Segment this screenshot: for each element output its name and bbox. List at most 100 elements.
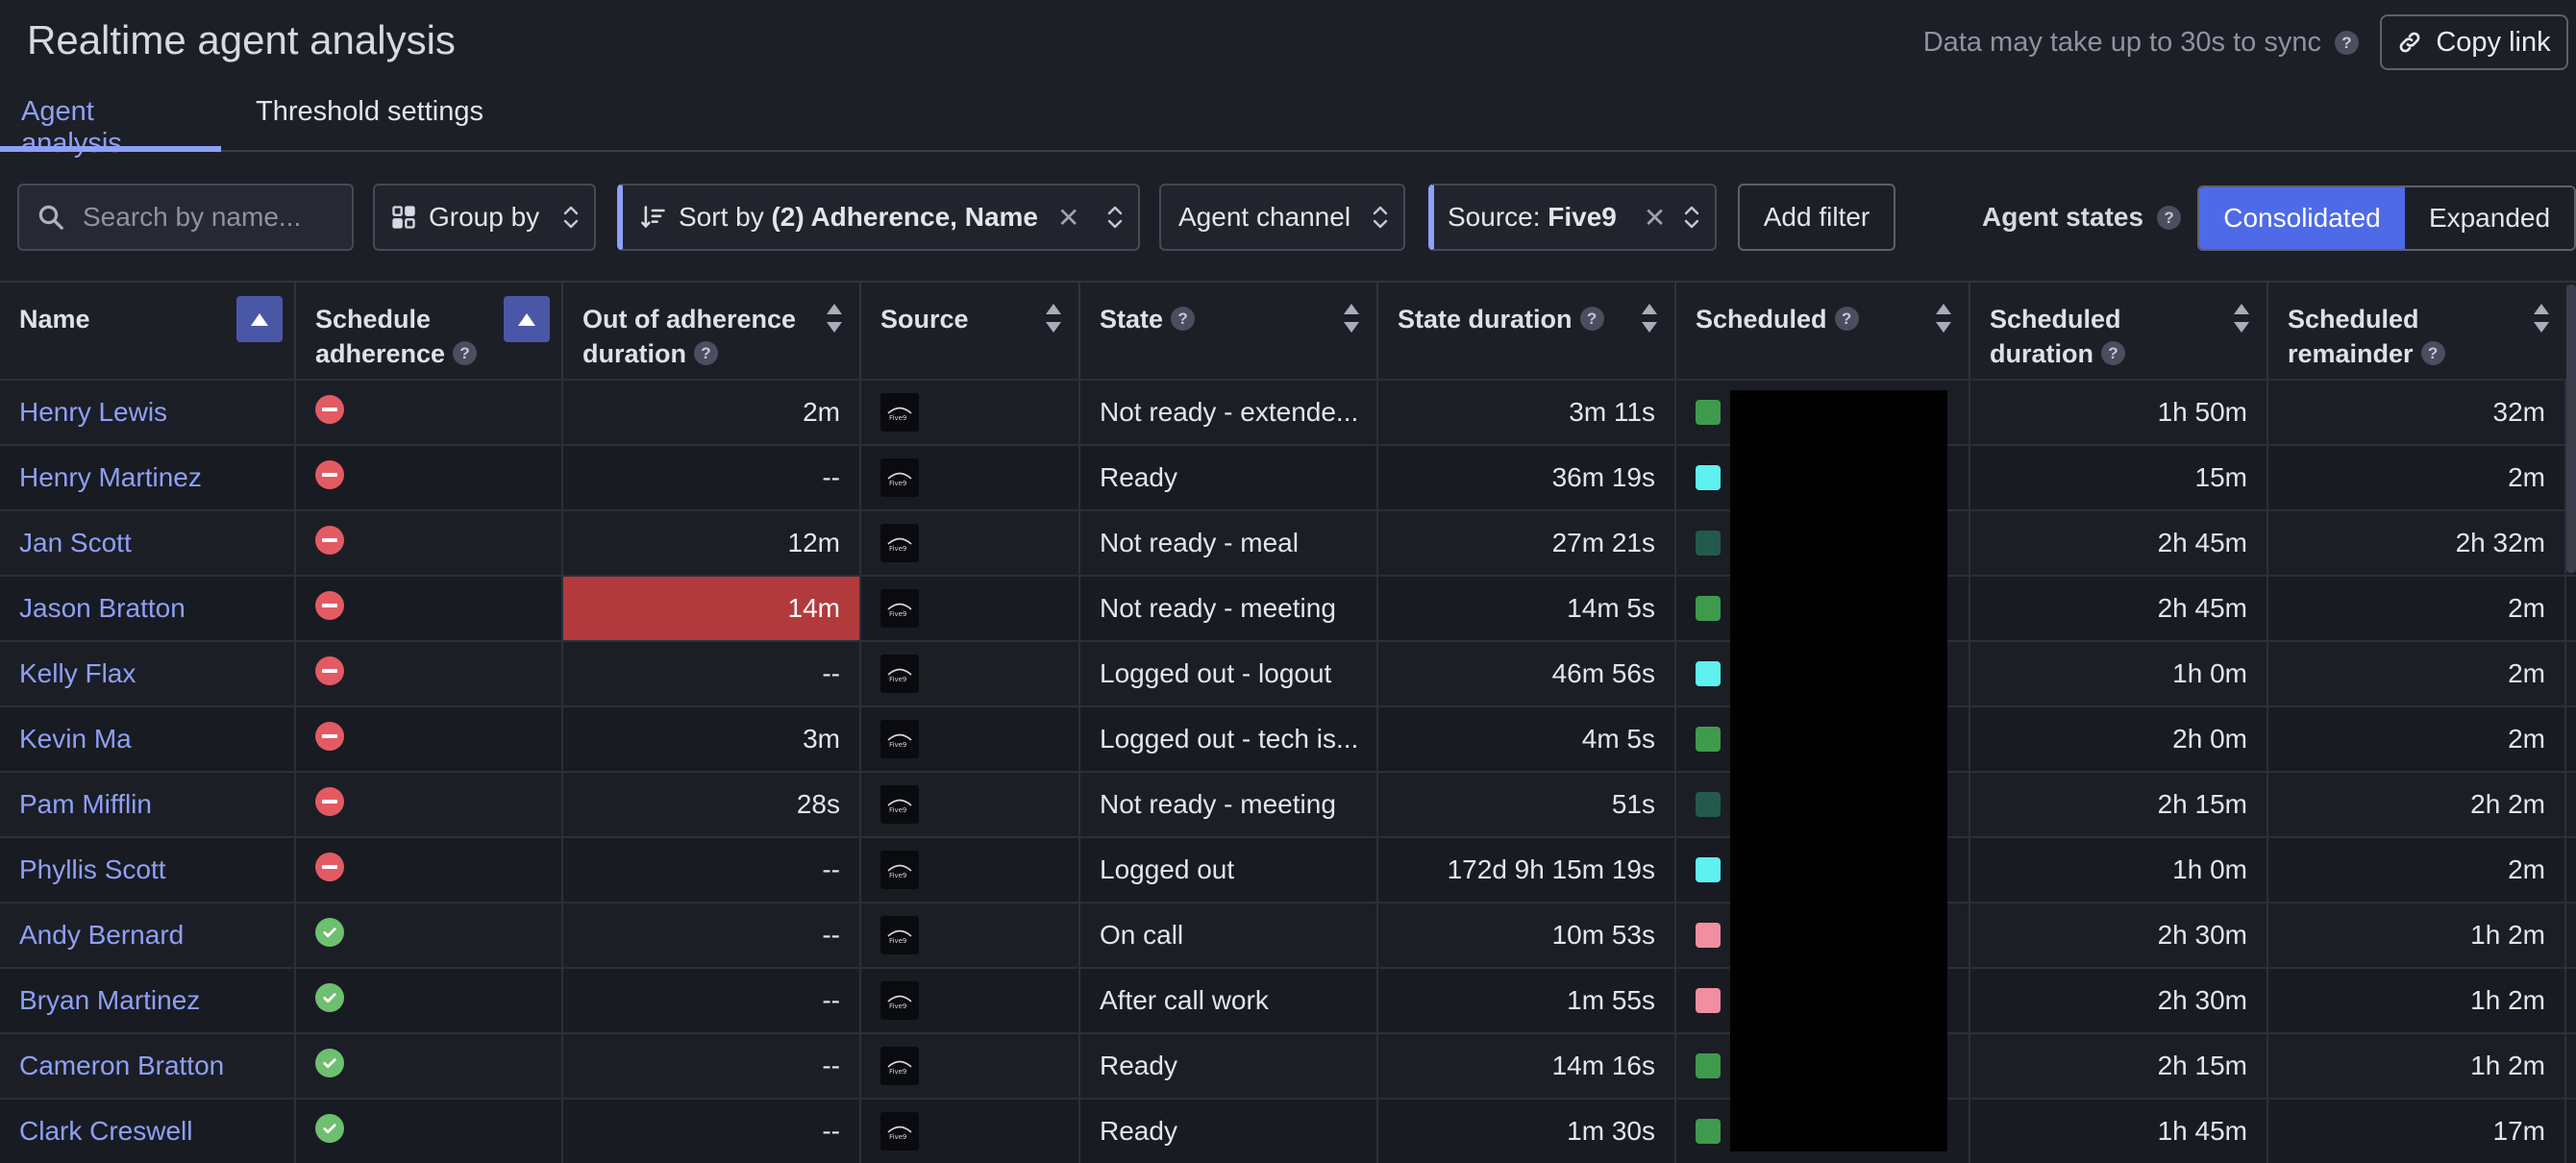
scheduled-remainder: 1h 2m [2268, 1034, 2566, 1098]
table-row[interactable]: Henry Lewis 2m Five9 Not ready - extende...… [0, 379, 2576, 444]
table-row[interactable]: Clark Creswell -- Five9 Ready 1m 30s 1h 45m 17… [0, 1098, 2576, 1163]
agent-name[interactable]: Pam Mifflin [0, 773, 296, 836]
help-icon[interactable]: ? [1834, 307, 1859, 332]
col-source-label: Source [880, 305, 969, 334]
scheduled-color-swatch [1696, 792, 1721, 817]
source-cell: Five9 [861, 707, 1080, 771]
sort-arrows-icon[interactable] [2234, 302, 2249, 334]
scheduled-remainder: 2h 32m [2268, 511, 2566, 575]
adherence-cell [296, 381, 563, 444]
sort-by-dropdown[interactable]: Sort by (2) Adherence, Name ✕ [617, 184, 1140, 251]
agent-name[interactable]: Bryan Martinez [0, 969, 296, 1032]
agent-name[interactable]: Cameron Bratton [0, 1034, 296, 1098]
help-icon[interactable]: ? [1579, 307, 1604, 332]
scrollbar[interactable] [2566, 285, 2576, 573]
agent-name[interactable]: Kevin Ma [0, 707, 296, 771]
copy-link-button[interactable]: Copy link [2380, 14, 2568, 70]
table-row[interactable]: Andy Bernard -- Five9 On call 10m 53s 2h 30m 1… [0, 902, 2576, 967]
group-by-label: Group by [429, 202, 540, 232]
adherence-cell [296, 511, 563, 575]
agent-name[interactable]: Jason Bratton [0, 577, 296, 640]
agent-name[interactable]: Jan Scott [0, 511, 296, 575]
out-of-adherence-icon [315, 460, 344, 489]
agent-name[interactable]: Andy Bernard [0, 903, 296, 967]
sync-note-text: Data may take up to 30s to sync [1922, 27, 2321, 58]
in-adherence-check-icon [315, 1049, 344, 1077]
agent-name[interactable]: Clark Creswell [0, 1100, 296, 1163]
scheduled-remainder: 2m [2268, 577, 2566, 640]
col-ooa-line2: duration? [582, 336, 840, 371]
state-text: Logged out [1080, 838, 1378, 902]
adherence-cell [296, 969, 563, 1032]
col-source[interactable]: Source [861, 283, 1080, 381]
table-row[interactable]: Kelly Flax -- Five9 Logged out - logout 46m … [0, 640, 2576, 705]
col-sched-dur-line1: Scheduled [1990, 305, 2121, 334]
col-state-label: State [1100, 305, 1164, 334]
agent-name[interactable]: Henry Lewis [0, 381, 296, 444]
svg-text:Five9: Five9 [889, 414, 906, 422]
in-adherence-check-icon [315, 918, 344, 947]
five9-logo-icon: Five9 [880, 785, 919, 824]
expanded-option[interactable]: Expanded [2405, 187, 2574, 249]
col-out-of-adherence[interactable]: Out of adherence duration? [563, 283, 861, 381]
col-scheduled-remainder[interactable]: Scheduled remainder? [2268, 283, 2566, 381]
agent-states-toggle: Consolidated Expanded [2197, 186, 2576, 251]
source-value: Five9 [1548, 202, 1617, 232]
table-row[interactable]: Pam Mifflin 28s Five9 Not ready - meeting 51… [0, 771, 2576, 836]
help-icon[interactable]: ? [1171, 307, 1196, 332]
table-row[interactable]: Cameron Bratton -- Five9 Ready 14m 16s 2h 15m… [0, 1032, 2576, 1098]
col-scheduled-duration[interactable]: Scheduled duration? [1970, 283, 2268, 381]
source-cell: Five9 [861, 903, 1080, 967]
tab-threshold-settings[interactable]: Threshold settings [235, 96, 505, 152]
col-name[interactable]: Name [0, 283, 296, 381]
out-of-adherence-icon [315, 395, 344, 424]
table-row[interactable]: Jan Scott 12m Five9 Not ready - meal 27m 21s… [0, 509, 2576, 575]
scheduled-duration: 2h 0m [1970, 707, 2268, 771]
help-icon[interactable]: ? [2101, 341, 2125, 366]
five9-logo-icon: Five9 [880, 851, 919, 889]
sort-arrows-icon[interactable] [1936, 302, 1951, 334]
consolidated-option[interactable]: Consolidated [2199, 187, 2405, 249]
group-by-dropdown[interactable]: Group by [373, 184, 596, 251]
help-icon[interactable]: ? [2420, 341, 2445, 366]
tab-agent-analysis[interactable]: Agent analysis [0, 96, 221, 159]
adherence-cell [296, 903, 563, 967]
col-schedule-adherence[interactable]: Schedule adherence? [296, 283, 563, 381]
col-state-duration[interactable]: State duration? [1378, 283, 1676, 381]
sort-arrows-icon[interactable] [827, 302, 842, 334]
table-row[interactable]: Phyllis Scott -- Five9 Logged out 172d 9h 15… [0, 836, 2576, 902]
table-row[interactable]: Henry Martinez -- Five9 Ready 36m 19s 15m 2m [0, 444, 2576, 509]
sort-arrows-icon[interactable] [1046, 302, 1061, 334]
help-icon[interactable]: ? [2335, 31, 2359, 55]
out-of-adherence-icon [315, 526, 344, 555]
help-icon[interactable]: ? [694, 341, 718, 366]
clear-source-icon[interactable]: ✕ [1644, 202, 1666, 234]
col-scheduled[interactable]: Scheduled? [1676, 283, 1970, 381]
agent-name[interactable]: Phyllis Scott [0, 838, 296, 902]
agent-channel-dropdown[interactable]: Agent channel [1159, 184, 1405, 251]
col-state[interactable]: State? [1080, 283, 1378, 381]
agent-name[interactable]: Kelly Flax [0, 642, 296, 705]
sort-arrows-icon[interactable] [1642, 302, 1657, 334]
adherence-cell [296, 642, 563, 705]
source-filter[interactable]: Source: Five9 ✕ [1428, 184, 1717, 251]
tab-bar: Agent analysis Threshold settings [0, 88, 2576, 159]
table-row[interactable]: Kevin Ma 3m Five9 Logged out - tech is... 4m… [0, 705, 2576, 771]
five9-logo-icon: Five9 [880, 458, 919, 497]
help-icon[interactable]: ? [453, 341, 478, 366]
sort-arrows-icon[interactable] [2534, 302, 2549, 334]
add-filter-button[interactable]: Add filter [1738, 184, 1895, 251]
agent-name[interactable]: Henry Martinez [0, 446, 296, 509]
table-row[interactable]: Bryan Martinez -- Five9 After call work 1m 5… [0, 967, 2576, 1032]
col-adherence-label: adherence [315, 339, 446, 368]
clear-sort-icon[interactable]: ✕ [1057, 202, 1079, 234]
state-duration: 14m 16s [1378, 1034, 1676, 1098]
sort-ascending-icon[interactable] [236, 296, 283, 342]
sort-ascending-icon[interactable] [504, 296, 550, 342]
state-duration: 36m 19s [1378, 446, 1676, 509]
help-icon[interactable]: ? [2157, 205, 2182, 230]
scheduled-color-swatch [1696, 727, 1721, 752]
table-row[interactable]: Jason Bratton 14m Five9 Not ready - meeting… [0, 575, 2576, 640]
search-input[interactable]: Search by name... [17, 184, 354, 251]
sort-arrows-icon[interactable] [1344, 302, 1359, 334]
